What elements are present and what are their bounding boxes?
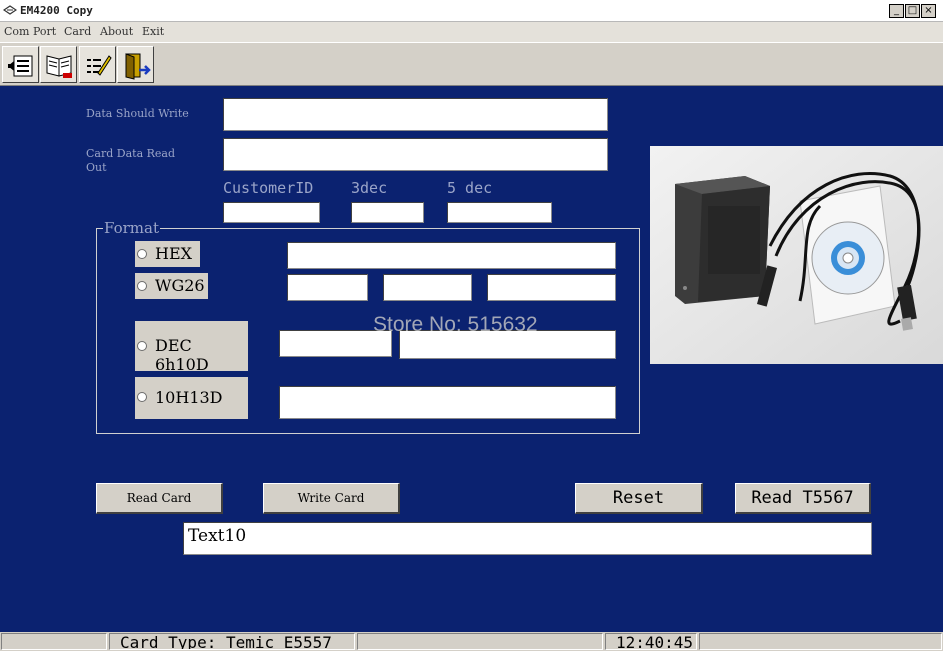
edit-icon — [87, 55, 112, 76]
radio-10h13d-label: 10H13D — [155, 388, 223, 407]
card-data-read-label-out: Out — [86, 161, 107, 174]
status-time: 12:40:45 — [605, 633, 697, 650]
radio-wg26-dot[interactable] — [137, 281, 147, 291]
wg26-field-1[interactable] — [287, 274, 368, 301]
radio-dec-6h10d-label: DEC 6h10D — [155, 336, 209, 374]
toolbar-read-card-button[interactable] — [40, 46, 77, 83]
radio-wg26[interactable]: WG26 — [135, 273, 208, 299]
store-watermark: Store No: 515632 — [373, 313, 538, 336]
product-photo — [650, 146, 943, 364]
toolbar — [0, 42, 943, 86]
read-card-button[interactable]: Read Card — [96, 483, 223, 514]
customer-id-label: CustomerID — [223, 179, 314, 197]
five-dec-label: 5 dec — [447, 179, 493, 197]
card-data-read-label: Card Data Read — [86, 147, 176, 160]
window-title: EM4200 Copy — [20, 4, 93, 17]
status-bar: Card Type: Temic E5557 12:40:45 — [0, 632, 943, 651]
radio-dec-6h10d-dot[interactable] — [137, 341, 147, 351]
title-bar: EM4200 Copy _ □ × — [0, 0, 943, 22]
status-panel-empty-2 — [357, 633, 603, 650]
radio-hex-dot[interactable] — [137, 249, 147, 259]
h13d-field[interactable] — [279, 386, 616, 419]
radio-10h13d[interactable]: 10H13D — [135, 377, 248, 419]
read-t5567-button[interactable]: Read T5567 — [735, 483, 871, 514]
menu-card[interactable]: Card — [64, 25, 91, 38]
maximize-button[interactable]: □ — [905, 4, 920, 18]
menu-com-port[interactable]: Com Port — [4, 25, 56, 38]
five-dec-field[interactable] — [447, 202, 552, 223]
three-dec-field[interactable] — [351, 202, 424, 223]
radio-wg26-label: WG26 — [155, 276, 205, 295]
hex-field[interactable] — [287, 242, 616, 269]
data-should-write-label: Data Should Write — [86, 107, 189, 120]
wg26-field-3[interactable] — [487, 274, 616, 301]
three-dec-label: 3dec — [351, 179, 388, 197]
minimize-button[interactable]: _ — [889, 4, 904, 18]
close-button[interactable]: × — [921, 4, 936, 18]
toolbar-edit-button[interactable] — [79, 46, 116, 83]
app-icon — [3, 5, 17, 15]
status-panel-empty-3 — [699, 633, 942, 650]
status-card-type: Card Type: Temic E5557 — [109, 633, 355, 650]
output-text-field[interactable]: Text10 — [183, 522, 872, 555]
status-panel-empty-1 — [1, 633, 107, 650]
radio-dec-6h10d[interactable]: DEC 6h10D — [135, 321, 248, 374]
card-read-icon — [46, 55, 72, 78]
toolbar-com-port-button[interactable] — [2, 46, 39, 83]
format-legend: Format — [103, 219, 160, 237]
rfid-reader-image — [650, 146, 943, 364]
card-data-read-field[interactable] — [223, 138, 608, 171]
exit-door-icon — [125, 53, 151, 80]
menu-bar: Com Port Card About Exit — [0, 22, 943, 42]
reset-button[interactable]: Reset — [575, 483, 703, 514]
wg26-field-2[interactable] — [383, 274, 472, 301]
data-should-write-field[interactable] — [223, 98, 608, 131]
radio-10h13d-dot[interactable] — [137, 392, 147, 402]
com-port-icon — [8, 55, 33, 77]
menu-about[interactable]: About — [100, 25, 133, 38]
radio-hex-label: HEX — [155, 244, 193, 263]
customer-id-field[interactable] — [223, 202, 320, 223]
toolbar-exit-button[interactable] — [117, 46, 154, 83]
menu-exit[interactable]: Exit — [142, 25, 164, 38]
radio-hex[interactable]: HEX — [135, 241, 200, 267]
write-card-button[interactable]: Write Card — [263, 483, 400, 514]
